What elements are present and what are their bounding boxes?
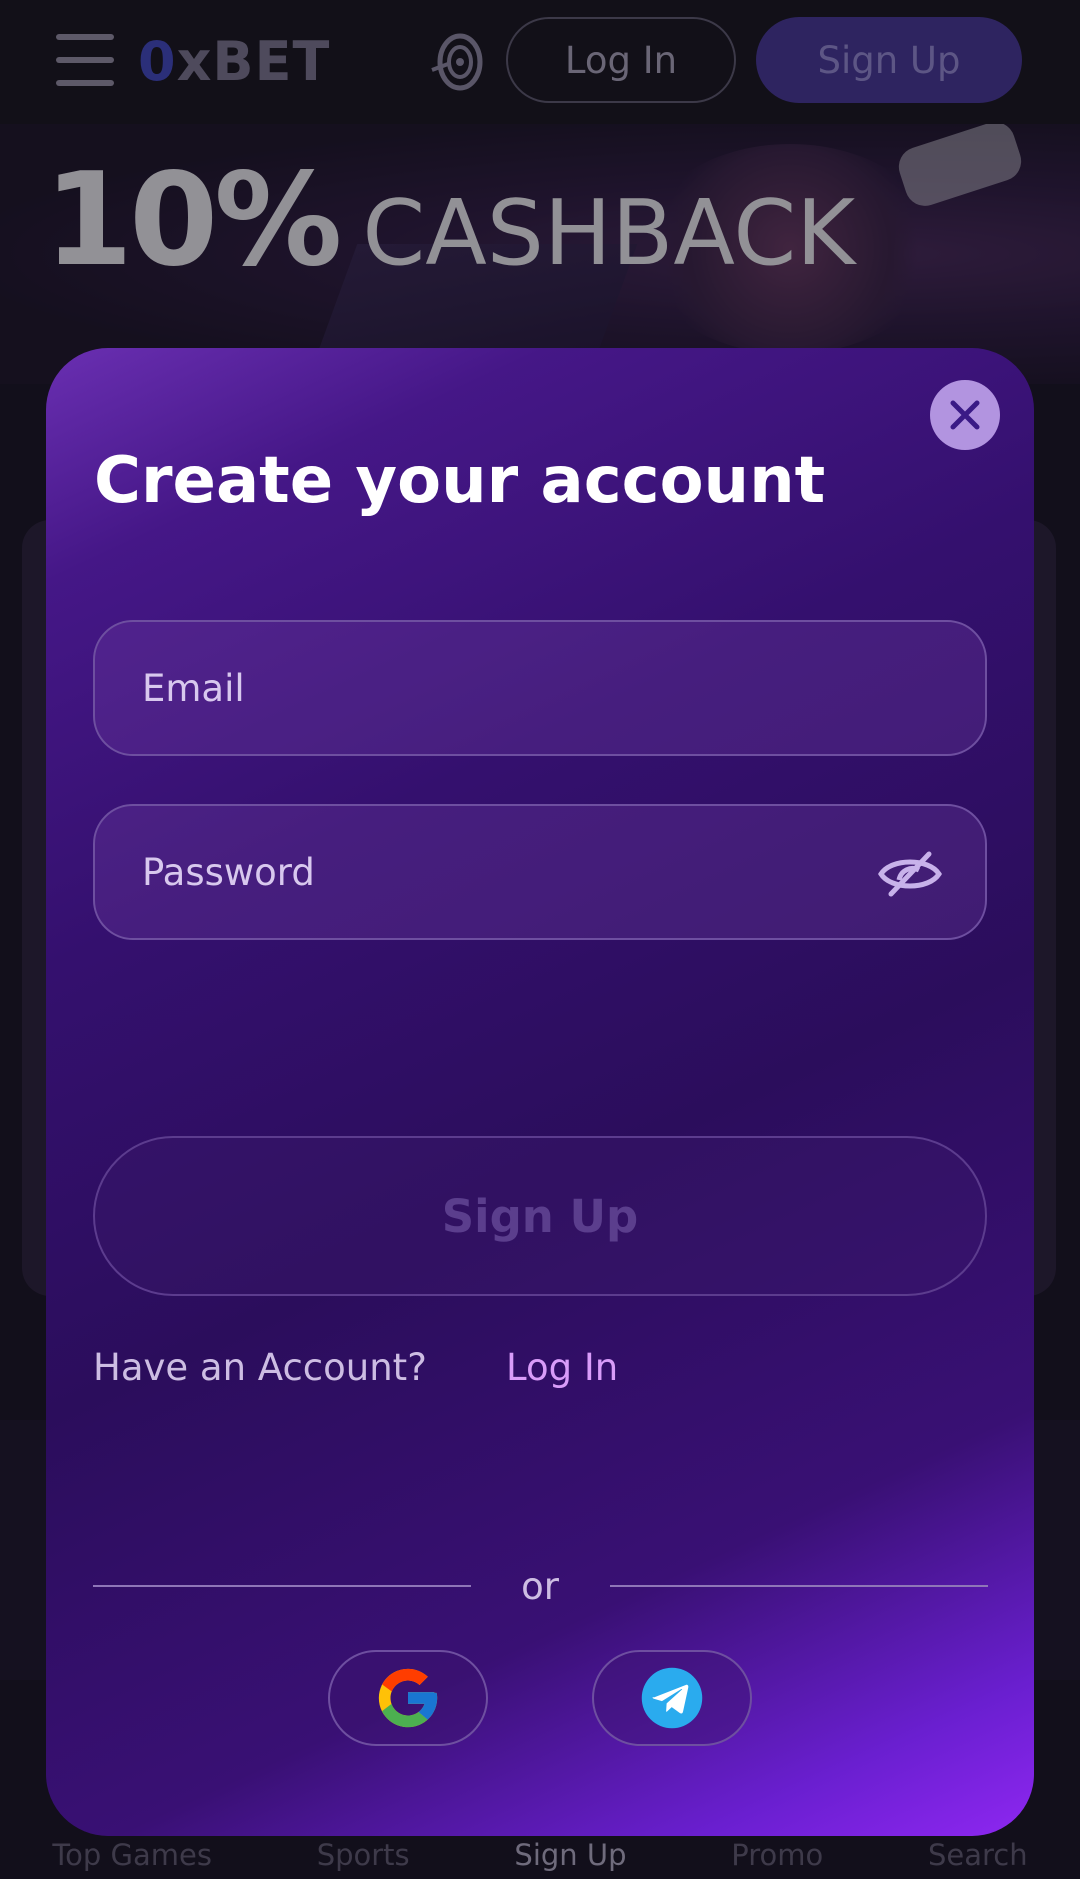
nav-top-games[interactable]: Top Games xyxy=(52,1838,212,1872)
divider-right xyxy=(610,1585,988,1587)
eye-off-icon[interactable] xyxy=(877,850,943,898)
logo-text: xBET xyxy=(176,30,331,93)
telegram-icon xyxy=(641,1667,703,1729)
top-bar: 0xBET Log In Sign Up xyxy=(0,0,1080,124)
modal-title: Create your account xyxy=(94,444,826,518)
signup-submit-button[interactable]: Sign Up xyxy=(93,1136,987,1296)
or-separator: or xyxy=(521,1565,559,1608)
target-promo-icon[interactable] xyxy=(428,30,484,94)
have-account-text: Have an Account? xyxy=(93,1346,427,1389)
nav-promo[interactable]: Promo xyxy=(731,1838,823,1872)
nav-sign-up[interactable]: Sign Up xyxy=(514,1838,626,1872)
google-icon xyxy=(378,1668,438,1728)
login-link[interactable]: Log In xyxy=(506,1346,618,1389)
nav-search[interactable]: Search xyxy=(928,1838,1028,1872)
brand-logo[interactable]: 0xBET xyxy=(138,30,330,93)
email-field[interactable] xyxy=(93,620,987,756)
logo-zero: 0 xyxy=(138,30,177,93)
header-signup-button[interactable]: Sign Up xyxy=(756,17,1022,103)
password-field[interactable] xyxy=(93,804,987,940)
header-login-button[interactable]: Log In xyxy=(506,17,736,103)
email-input[interactable] xyxy=(140,665,844,711)
telegram-signin-button[interactable] xyxy=(592,1650,752,1746)
close-button[interactable] xyxy=(930,380,1000,450)
close-icon xyxy=(950,400,980,430)
password-input[interactable] xyxy=(140,849,844,895)
menu-icon[interactable] xyxy=(56,34,114,86)
signup-modal: Create your account Sign Up Have an Acco… xyxy=(46,348,1034,1836)
bottom-navigation: Top Games Sports Sign Up Promo Search xyxy=(0,1830,1080,1879)
nav-sports[interactable]: Sports xyxy=(317,1838,410,1872)
google-signin-button[interactable] xyxy=(328,1650,488,1746)
divider-left xyxy=(93,1585,471,1587)
